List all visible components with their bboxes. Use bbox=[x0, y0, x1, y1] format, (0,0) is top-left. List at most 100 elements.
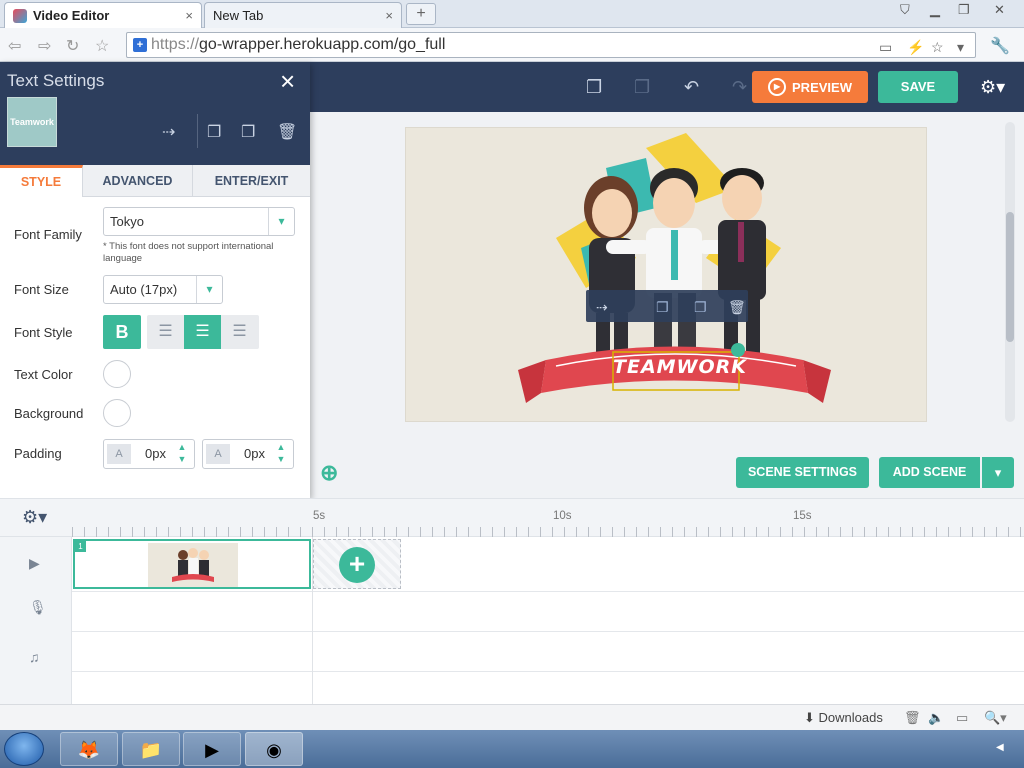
media-player-icon[interactable]: ▶ bbox=[183, 732, 241, 766]
trash-icon[interactable]: 🗑 bbox=[904, 710, 921, 726]
timeline-settings-icon[interactable]: ⚙▾ bbox=[22, 507, 47, 528]
file-explorer-icon[interactable]: 📁 bbox=[122, 732, 180, 766]
font-support-note: * This font does not support internation… bbox=[103, 241, 274, 264]
save-button[interactable]: SAVE bbox=[878, 71, 958, 103]
font-family-select[interactable]: Tokyo ▾ bbox=[103, 207, 295, 236]
chrome-icon[interactable]: ◉ bbox=[245, 732, 303, 766]
chevron-down-icon: ▾ bbox=[196, 276, 222, 303]
alignment-group: ☰ ☰ ☰ bbox=[147, 315, 259, 349]
duplicate-icon[interactable]: ⇢ bbox=[596, 300, 608, 316]
timeline-ruler: ⚙▾ 5s 10s 15s bbox=[0, 499, 1024, 537]
window-icon[interactable]: ▭ bbox=[956, 710, 968, 726]
flash-icon[interactable]: ⚡ bbox=[907, 35, 924, 59]
undo-icon[interactable]: ↶ bbox=[684, 77, 699, 98]
font-family-label: Font Family bbox=[14, 227, 82, 242]
downloads-button[interactable]: ⬇ Downloads bbox=[804, 710, 883, 726]
new-tab-button[interactable]: + bbox=[406, 3, 436, 25]
preview-label: PREVIEW bbox=[792, 79, 852, 95]
padding-vertical-icon: A bbox=[206, 444, 230, 464]
panel-header: Text Settings × Teamwork ⇢ ❐ ❐ 🗑 bbox=[0, 62, 310, 165]
character-man-right bbox=[718, 168, 766, 353]
add-scene-dropdown-icon[interactable]: ▾ bbox=[982, 457, 1014, 488]
canvas-scrollbar[interactable] bbox=[1005, 122, 1015, 422]
settings-gear-icon[interactable]: ⚙▾ bbox=[980, 77, 1005, 98]
copy-icon[interactable]: ❐ bbox=[656, 300, 669, 316]
tab-close-icon[interactable]: × bbox=[185, 8, 193, 23]
align-right-icon[interactable]: ☰ bbox=[221, 315, 258, 349]
padding-vertical-stepper[interactable]: A 0px ▲ ▼ bbox=[202, 439, 294, 469]
redo-icon[interactable]: ↷ bbox=[732, 77, 747, 98]
copy-icon[interactable]: ❐ bbox=[586, 77, 602, 98]
padding-horizontal-icon: A bbox=[107, 444, 131, 464]
close-icon[interactable]: × bbox=[280, 66, 295, 97]
scene-settings-button[interactable]: SCENE SETTINGS bbox=[736, 457, 869, 488]
paste-icon[interactable]: ❐ bbox=[694, 300, 707, 316]
forward-icon[interactable]: ⇨ bbox=[38, 36, 51, 56]
url-host-path: go-wrapper.herokuapp.com/go_full bbox=[199, 36, 446, 53]
secure-site-icon: + bbox=[133, 38, 147, 52]
add-icon[interactable]: + bbox=[339, 547, 375, 583]
delete-icon[interactable]: 🗑 bbox=[277, 122, 297, 142]
zoom-in-icon[interactable]: ⊕ bbox=[320, 460, 338, 486]
profile-icon[interactable]: ⛉ bbox=[900, 2, 910, 18]
tick-label: 15s bbox=[793, 510, 812, 522]
panel-title: Text Settings bbox=[7, 71, 105, 90]
bookmark-star-icon[interactable]: ☆ bbox=[95, 36, 109, 56]
padding-horizontal-stepper[interactable]: A 0px ▲ ▼ bbox=[103, 439, 195, 469]
tab-label: Video Editor bbox=[33, 8, 110, 23]
tick-label: 5s bbox=[313, 510, 326, 522]
delete-icon[interactable]: 🗑 bbox=[728, 300, 746, 316]
stepper-arrows-icon[interactable]: ▲ ▼ bbox=[272, 441, 290, 465]
download-icon: ⬇ bbox=[804, 710, 819, 725]
speaker-icon[interactable]: 🔈 bbox=[928, 710, 944, 726]
copy-icon[interactable]: ❐ bbox=[207, 122, 221, 142]
tab-enter-exit[interactable]: ENTER/EXIT bbox=[193, 165, 310, 197]
font-size-select[interactable]: Auto (17px) ▾ bbox=[103, 275, 223, 304]
firefox-icon[interactable]: 🦊 bbox=[60, 732, 118, 766]
os-taskbar: 🦊 📁 ▶ ◉ ◀ bbox=[0, 730, 1024, 768]
tab-new-tab[interactable]: New Tab × bbox=[204, 2, 402, 28]
scene-clip[interactable]: 1 bbox=[73, 539, 311, 589]
tab-style[interactable]: STYLE bbox=[0, 165, 83, 197]
text-color-swatch[interactable] bbox=[103, 360, 131, 388]
banner-text[interactable]: TEAMWORK bbox=[613, 356, 746, 378]
paste-icon[interactable]: ❐ bbox=[241, 122, 255, 142]
tab-advanced[interactable]: ADVANCED bbox=[83, 165, 193, 197]
text-color-label: Text Color bbox=[14, 367, 73, 382]
start-button[interactable] bbox=[4, 732, 44, 766]
cast-icon[interactable]: ▭ bbox=[879, 35, 892, 59]
add-clip-slot[interactable]: + bbox=[313, 539, 401, 589]
reload-icon[interactable]: ↻ bbox=[66, 36, 79, 56]
zoom-icon[interactable]: 🔍▾ bbox=[984, 710, 1007, 726]
scrollbar-thumb[interactable] bbox=[1006, 212, 1014, 342]
star-icon[interactable]: ☆ bbox=[931, 35, 944, 59]
ruler-ticks bbox=[72, 527, 1024, 537]
background-color-swatch[interactable] bbox=[103, 399, 131, 427]
minimize-icon[interactable]: ▁ bbox=[930, 2, 940, 18]
clip-thumbnail-art bbox=[172, 548, 214, 582]
paste-icon[interactable]: ❐ bbox=[634, 77, 650, 98]
scene-canvas[interactable]: ⇢ ❐ ❐ 🗑 TEAMWORK bbox=[406, 128, 926, 421]
dropdown-icon[interactable]: ▾ bbox=[957, 35, 964, 59]
duplicate-icon[interactable]: ⇢ bbox=[162, 122, 175, 142]
rotate-handle-icon[interactable] bbox=[731, 343, 745, 357]
character-woman bbox=[584, 176, 638, 353]
stepper-arrows-icon[interactable]: ▲ ▼ bbox=[173, 441, 191, 465]
align-left-icon[interactable]: ☰ bbox=[147, 315, 184, 349]
back-icon[interactable]: ⇦ bbox=[8, 36, 21, 56]
bold-toggle[interactable]: B bbox=[103, 315, 141, 349]
url-field[interactable]: + https://go-wrapper.herokuapp.com/go_fu… bbox=[126, 32, 976, 58]
add-scene-button[interactable]: ADD SCENE bbox=[879, 457, 980, 488]
restore-icon[interactable]: ❐ bbox=[958, 2, 970, 18]
tray-arrow-icon[interactable]: ◀ bbox=[996, 742, 1004, 753]
track-labels: ▶ 🎙 ♫ bbox=[0, 537, 72, 705]
address-bar-row: ⇦ ⇨ ↻ ☆ + https://go-wrapper.herokuapp.c… bbox=[0, 28, 1024, 62]
tab-close-icon[interactable]: × bbox=[385, 8, 393, 23]
align-center-icon[interactable]: ☰ bbox=[184, 315, 221, 349]
wrench-menu-icon[interactable]: 🔧 bbox=[990, 36, 1010, 56]
panel-tabs: STYLE ADVANCED ENTER/EXIT bbox=[0, 165, 310, 197]
window-close-icon[interactable]: ✕ bbox=[994, 2, 1005, 18]
track-divider bbox=[72, 671, 1024, 672]
preview-button[interactable]: ▶ PREVIEW bbox=[752, 71, 868, 103]
tab-video-editor[interactable]: Video Editor × bbox=[4, 2, 202, 28]
